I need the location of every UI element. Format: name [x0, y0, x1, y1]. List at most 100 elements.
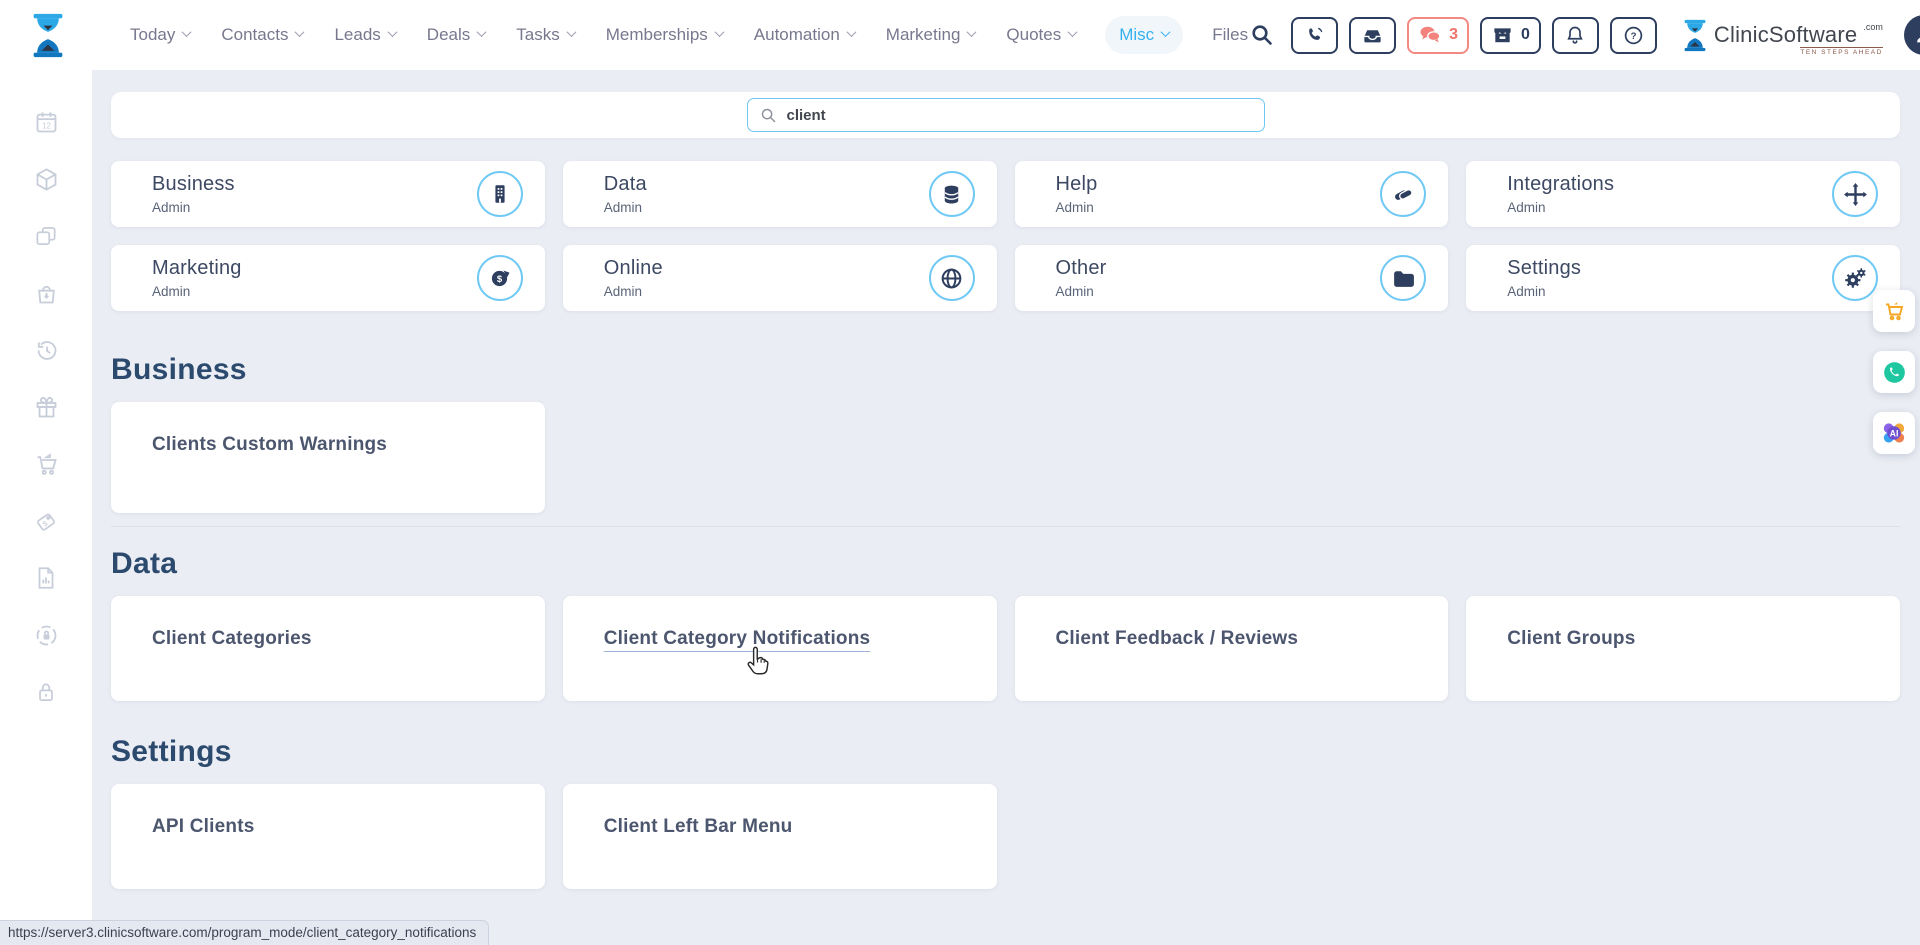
left-sidebar: 12 $: [0, 70, 92, 945]
link-api-clients[interactable]: API Clients: [152, 816, 255, 837]
section-heading-business: Business: [111, 353, 1900, 387]
chevron-down-icon: [1161, 27, 1171, 37]
category-subtitle: Admin: [1507, 200, 1832, 215]
sidebar-calendar-icon[interactable]: 12: [32, 108, 60, 136]
category-subtitle: Admin: [1056, 200, 1381, 215]
nav-item-deals[interactable]: Deals: [425, 16, 487, 54]
sidebar-copy-icon[interactable]: [32, 222, 60, 250]
category-subtitle: Admin: [152, 284, 477, 299]
category-title: Marketing: [152, 257, 477, 280]
link-clients-custom-warnings[interactable]: Clients Custom Warnings: [152, 434, 387, 455]
sidebar-user-lock-icon[interactable]: [32, 621, 60, 649]
search-input[interactable]: [787, 107, 1252, 124]
help-button[interactable]: ?: [1610, 17, 1657, 54]
pos-button[interactable]: 0: [1480, 17, 1541, 54]
user-icon: [1913, 24, 1920, 46]
search-field[interactable]: [747, 98, 1265, 132]
nav-item-automation[interactable]: Automation: [752, 16, 857, 54]
main-navigation: Today Contacts Leads Deals Tasks Members…: [128, 16, 1250, 54]
chevron-down-icon: [387, 27, 397, 37]
inbox-button[interactable]: [1349, 17, 1396, 54]
cart-widget-button[interactable]: [1873, 290, 1915, 332]
brand-tld: .com: [1863, 22, 1883, 32]
app-logo[interactable]: [30, 13, 66, 58]
sidebar-price-tag-icon[interactable]: $: [32, 507, 60, 535]
nav-item-today[interactable]: Today: [128, 16, 192, 54]
category-title: Business: [152, 173, 477, 196]
notifications-button[interactable]: [1552, 17, 1599, 54]
nav-item-quotes[interactable]: Quotes: [1004, 16, 1078, 54]
search-panel: [111, 92, 1900, 138]
sidebar-history-icon[interactable]: [32, 336, 60, 364]
sidebar-cart-icon[interactable]: [32, 450, 60, 478]
link-client-category-notifications[interactable]: Client Category Notifications: [604, 628, 871, 649]
svg-text:$: $: [497, 274, 503, 285]
category-card-marketing[interactable]: Marketing Admin $: [111, 245, 545, 311]
category-card-online[interactable]: Online Admin: [563, 245, 997, 311]
link-client-left-bar-menu[interactable]: Client Left Bar Menu: [604, 816, 793, 837]
category-card-settings[interactable]: Settings Admin: [1466, 245, 1900, 311]
category-card-data[interactable]: Data Admin: [563, 161, 997, 227]
link-client-categories[interactable]: Client Categories: [152, 628, 312, 649]
category-title: Online: [604, 257, 929, 280]
handshake-icon: [1380, 171, 1426, 217]
nav-item-tasks[interactable]: Tasks: [514, 16, 576, 54]
nav-item-marketing[interactable]: Marketing: [884, 16, 978, 54]
avatar[interactable]: [1904, 15, 1920, 55]
category-card-other[interactable]: Other Admin: [1015, 245, 1449, 311]
search-icon[interactable]: [1250, 23, 1274, 47]
nav-item-files[interactable]: Files: [1210, 16, 1250, 54]
chat-count-badge: 3: [1449, 26, 1458, 44]
search-icon: [760, 107, 777, 124]
chevron-down-icon: [714, 27, 724, 37]
chat-button[interactable]: 3: [1407, 17, 1469, 54]
inbox-icon: [1361, 24, 1384, 47]
whatsapp-icon: [1881, 359, 1908, 386]
ai-widget-button[interactable]: AI: [1873, 412, 1915, 454]
nav-item-misc[interactable]: Misc: [1105, 16, 1183, 54]
category-title: Integrations: [1507, 173, 1832, 196]
hourglass-logo-icon: [30, 13, 66, 58]
category-title: Data: [604, 173, 929, 196]
topbar: Today Contacts Leads Deals Tasks Members…: [0, 0, 1920, 70]
sidebar-bag-receive-icon[interactable]: [32, 279, 60, 307]
svg-text:?: ?: [1630, 31, 1636, 42]
item-card[interactable]: Clients Custom Warnings: [111, 402, 545, 513]
nav-item-memberships[interactable]: Memberships: [604, 16, 725, 54]
phone-icon: [1305, 25, 1325, 45]
main-content: Business Admin Data Admin Help Admin: [92, 70, 1920, 945]
database-icon: [929, 171, 975, 217]
nav-item-contacts[interactable]: Contacts: [219, 16, 305, 54]
item-card[interactable]: Client Feedback / Reviews: [1015, 596, 1449, 701]
link-client-groups[interactable]: Client Groups: [1507, 628, 1635, 649]
item-card[interactable]: Client Groups: [1466, 596, 1900, 701]
category-subtitle: Admin: [604, 284, 929, 299]
nav-item-leads[interactable]: Leads: [332, 16, 397, 54]
category-title: Other: [1056, 257, 1381, 280]
item-card[interactable]: Client Left Bar Menu: [563, 784, 997, 889]
phone-button[interactable]: [1291, 17, 1338, 54]
link-client-feedback-reviews[interactable]: Client Feedback / Reviews: [1056, 628, 1299, 649]
sidebar-lock-icon[interactable]: [32, 678, 60, 706]
category-card-help[interactable]: Help Admin: [1015, 161, 1449, 227]
bell-icon: [1565, 25, 1585, 45]
category-title: Settings: [1507, 257, 1832, 280]
category-subtitle: Admin: [604, 200, 929, 215]
item-card[interactable]: Client Category Notifications: [563, 596, 997, 701]
chevron-down-icon: [566, 27, 576, 37]
folder-icon: [1380, 255, 1426, 301]
ai-icon: AI: [1880, 419, 1908, 447]
building-icon: [477, 171, 523, 217]
item-card[interactable]: API Clients: [111, 784, 545, 889]
category-card-business[interactable]: Business Admin: [111, 161, 545, 227]
sidebar-report-icon[interactable]: [32, 564, 60, 592]
sidebar-gift-icon[interactable]: [32, 393, 60, 421]
section-divider: [111, 526, 1900, 527]
category-subtitle: Admin: [152, 200, 477, 215]
item-card[interactable]: Client Categories: [111, 596, 545, 701]
whatsapp-widget-button[interactable]: [1873, 351, 1915, 393]
store-icon: [1491, 24, 1514, 47]
chevron-down-icon: [1068, 27, 1078, 37]
sidebar-package-icon[interactable]: [32, 165, 60, 193]
category-card-integrations[interactable]: Integrations Admin: [1466, 161, 1900, 227]
